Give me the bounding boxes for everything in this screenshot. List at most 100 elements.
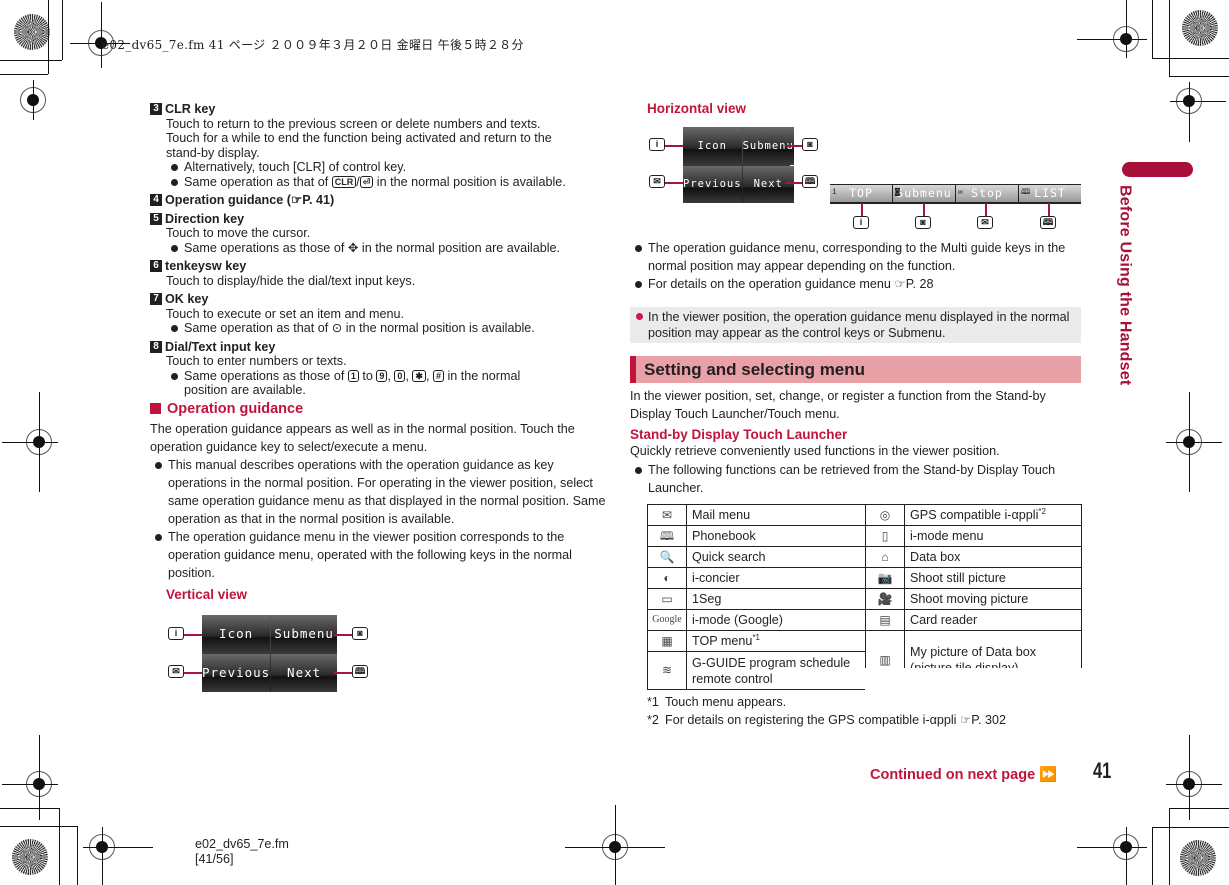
function-label: 1Seg — [686, 588, 866, 610]
function-label: G-GUIDE program schedule remote control — [686, 651, 866, 690]
footnote: *1 Touch menu appears. — [647, 695, 787, 709]
camera-still-icon: 📷 — [865, 567, 905, 589]
key-9-icon: 9 — [376, 369, 388, 382]
bar-button-stop[interactable]: ✉ Stop — [956, 185, 1018, 202]
screen-button-next[interactable]: Next — [742, 165, 794, 203]
bar-button-top[interactable]: i TOP — [830, 185, 892, 202]
footnote[interactable]: *2 For details on registering the GPS com… — [647, 713, 1006, 728]
function-label: i-mode (Google) — [686, 609, 866, 631]
table-row: Google i-mode (Google) ▤ Card reader — [647, 609, 1082, 631]
i-mode-icon: ▯ — [865, 525, 905, 547]
screen-button-icon-label[interactable]: Icon — [202, 615, 271, 653]
section-title-setting-selecting-menu: Setting and selecting menu — [630, 356, 1081, 383]
key-title: OK key — [165, 292, 209, 306]
camera-key-icon: ◙ — [802, 138, 818, 151]
key-desc: Touch to enter numbers or texts. — [166, 354, 347, 368]
function-label: GPS compatible i-αppli*2 — [904, 504, 1082, 526]
top-menu-icon: ▦ — [647, 630, 687, 652]
phonebook-key-icon: 🕮 — [1040, 216, 1056, 229]
screen-button-previous[interactable]: Previous — [683, 165, 742, 203]
function-label: Mail menu — [686, 504, 866, 526]
table-row: ▦ TOP menu*1 ▥ My picture of Data box (p… — [647, 630, 1082, 690]
bullet-item: This manual describes operations with th… — [150, 456, 610, 528]
phonebook-icon: 🕮 — [647, 525, 687, 547]
function-label: i-mode menu — [904, 525, 1082, 547]
launcher-function-table: ✉ Mail menu ◎ GPS compatible i-αppli*2 🕮… — [647, 504, 1082, 690]
multi-key-icon: ✥ — [347, 240, 359, 255]
section-intro: In the viewer position, set, change, or … — [630, 389, 1046, 421]
end-key-icon: ⏎ — [359, 175, 374, 188]
key-1-icon: 1 — [347, 369, 359, 382]
mail-icon: ✉ — [647, 504, 687, 526]
bullet-item: Same operations as those of ✥ in the nor… — [166, 241, 610, 256]
vertical-view-screen: Icon Submenu Previous Next — [202, 615, 337, 692]
bullet-item[interactable]: For details on the operation guidance me… — [630, 275, 1082, 293]
function-label: Shoot still picture — [904, 567, 1082, 589]
key-hash-icon: # — [432, 369, 444, 382]
color-bar-mark-icon — [1180, 840, 1216, 876]
number-badge: 7 — [150, 293, 162, 306]
horizontal-guidance-bar: i TOP ◙ Submenu ✉ Stop 🕮 LIST — [830, 184, 1081, 204]
function-label: Phonebook — [686, 525, 866, 547]
bullet-item: Same operation as that of ⊙ in the norma… — [166, 321, 610, 336]
bar-button-list[interactable]: 🕮 LIST — [1019, 185, 1081, 202]
footer-filename: e02_dv65_7e.fm — [195, 837, 289, 851]
clr-key-icon: CLR — [331, 175, 357, 188]
mail-key-icon: ✉ — [977, 216, 993, 229]
key-item-operation-guidance: 4 Operation guidance (☞P. 41) — [150, 193, 610, 208]
i-mode-key-icon: i — [853, 216, 869, 229]
key-title[interactable]: Operation guidance (☞P. 41) — [165, 193, 334, 208]
bullet-item: Same operations as those of 1 to 9, 0, ✱… — [166, 369, 610, 398]
subheading-vertical-view: Vertical view — [166, 587, 248, 602]
color-bar-mark-icon — [12, 839, 48, 875]
table-row: 🕮 Phonebook ▯ i-mode menu — [647, 525, 1082, 547]
screen-button-next[interactable]: Next — [271, 654, 337, 692]
table-row: ◐ i-concier 📷 Shoot still picture — [647, 567, 1082, 589]
section-heading-operation-guidance: Operation guidance — [150, 401, 610, 417]
table-row: 🔍 Quick search ⌂ Data box — [647, 546, 1082, 568]
page-number: 41 — [1093, 758, 1112, 783]
color-bar-mark-icon — [14, 14, 50, 50]
number-badge: 8 — [150, 340, 162, 353]
key-desc: Touch for a while to end the function be… — [166, 131, 552, 145]
bullet-item: Alternatively, touch [CLR] of control ke… — [166, 160, 610, 175]
search-icon: 🔍 — [647, 546, 687, 568]
screen-button-icon-label[interactable]: Icon — [683, 127, 742, 165]
key-desc: stand-by display. — [166, 145, 260, 160]
key-item-tenkeysw: 6 tenkeysw key Touch to display/hide the … — [150, 259, 610, 288]
i-mode-key-icon: i — [649, 138, 665, 151]
bullet-item: Same operation as that of CLR / ⏎ in the n… — [166, 175, 610, 190]
camera-key-icon: ◙ — [915, 216, 931, 229]
color-bar-mark-icon — [1182, 10, 1218, 46]
function-label: i-concier — [686, 567, 866, 589]
camera-key-icon: ◙ — [352, 627, 368, 640]
function-label: TOP menu*1 — [686, 630, 866, 652]
left-column: 3 CLR key Touch to return to the previous… — [150, 102, 610, 603]
function-label: Card reader — [904, 609, 1082, 631]
square-bullet-icon — [150, 403, 161, 415]
key-desc: Touch to execute or set an item and menu… — [166, 306, 405, 321]
bar-button-submenu[interactable]: ◙ Submenu — [893, 185, 955, 202]
card-reader-icon: ▤ — [865, 609, 905, 631]
number-badge: 5 — [150, 212, 162, 225]
footer-file-info: e02_dv65_7e.fm [41/56] — [195, 837, 289, 867]
key-star-icon: ✱ — [412, 369, 426, 382]
screen-button-previous[interactable]: Previous — [202, 654, 271, 692]
number-badge: 4 — [150, 194, 162, 207]
key-desc: Touch to display/hide the dial/text inpu… — [166, 273, 416, 288]
key-title: Dial/Text input key — [165, 339, 276, 354]
key-0-icon: 0 — [394, 369, 406, 382]
g-guide-icon: ≋ — [647, 651, 687, 690]
number-badge: 6 — [150, 260, 162, 273]
launcher-bullet-wrap: The following functions can be retrieved… — [630, 461, 1082, 497]
table-row: ▭ 1Seg 🎥 Shoot moving picture — [647, 588, 1082, 610]
print-header: e02_dv65_7e.fm 41 ページ ２００９年３月２０日 金曜日 午後５… — [102, 38, 524, 52]
horizontal-view-screen: Icon Submenu Previous Next — [683, 127, 794, 203]
mail-key-icon: ✉ — [649, 175, 665, 188]
key-desc: Touch to move the cursor. — [166, 226, 311, 240]
key-item-clr: 3 CLR key Touch to return to the previous… — [150, 102, 610, 189]
subheading-horizontal-view: Horizontal view — [647, 101, 747, 116]
key-title: Direction key — [165, 211, 245, 226]
screen-button-submenu[interactable]: Submenu — [271, 615, 337, 653]
continued-link[interactable]: Continued on next page ⏩ — [870, 768, 1057, 783]
